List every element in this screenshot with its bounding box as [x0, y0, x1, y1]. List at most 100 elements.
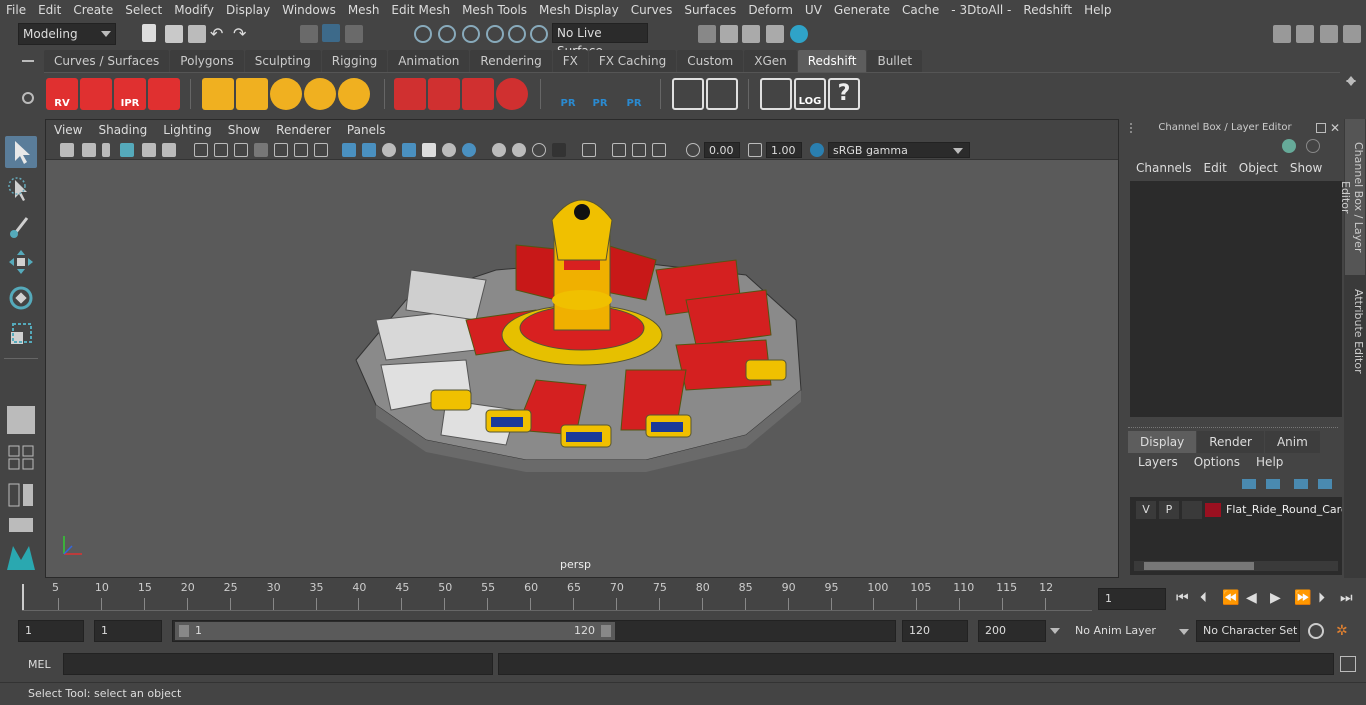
- layer-name[interactable]: Flat_Ride_Round_Carc: [1226, 501, 1342, 519]
- hypershade-icon[interactable]: [790, 25, 808, 43]
- shelf-tab-fx[interactable]: FX: [552, 50, 588, 72]
- color-space-dropdown[interactable]: sRGB gamma: [828, 142, 970, 158]
- field-chart-icon[interactable]: [582, 143, 596, 157]
- render-settings-icon[interactable]: [148, 78, 180, 110]
- viewport-scene[interactable]: persp: [46, 160, 1118, 577]
- snap-grid-icon[interactable]: [414, 25, 432, 43]
- current-time-marker[interactable]: [22, 584, 24, 610]
- undo-icon[interactable]: ↶: [210, 26, 228, 44]
- log-icon[interactable]: LOG: [794, 78, 826, 110]
- exposure-field[interactable]: 0.00: [704, 142, 740, 158]
- area-light-icon[interactable]: [304, 78, 336, 110]
- breakdown-icon[interactable]: [1306, 139, 1320, 153]
- viewport-menu-lighting[interactable]: Lighting: [155, 123, 220, 137]
- current-frame-field[interactable]: 1: [1098, 588, 1166, 610]
- channel-list[interactable]: [1130, 181, 1342, 417]
- menu-surfaces[interactable]: Surfaces: [678, 0, 742, 20]
- outliner-layout-icon[interactable]: [5, 482, 37, 510]
- pr-convert-icon[interactable]: PR: [618, 78, 650, 110]
- menu-mesh-tools[interactable]: Mesh Tools: [456, 0, 533, 20]
- material-ball-icon[interactable]: [496, 78, 528, 110]
- panel-grip-icon[interactable]: [1130, 123, 1136, 133]
- range-slider[interactable]: 1 120: [172, 620, 896, 642]
- menu-windows[interactable]: Windows: [276, 0, 342, 20]
- move-tool-icon[interactable]: [5, 246, 37, 278]
- step-forward-frame-icon[interactable]: ⏵: [1318, 590, 1325, 606]
- select-by-object-icon[interactable]: [322, 24, 340, 42]
- channel-box-toggle-icon[interactable]: [1320, 25, 1338, 43]
- character-set-dropdown[interactable]: No Character Set: [1196, 620, 1300, 642]
- resolution-gate-icon[interactable]: [612, 143, 626, 157]
- script-editor-icon[interactable]: [1340, 656, 1356, 672]
- bake-set-icon[interactable]: [706, 78, 738, 110]
- side-tab-channel-box[interactable]: Channel Box / Layer Editor: [1339, 119, 1365, 275]
- menu-mesh-display[interactable]: Mesh Display: [533, 0, 625, 20]
- isolate-select-icon[interactable]: [342, 143, 356, 157]
- rotate-tool-icon[interactable]: [5, 282, 37, 314]
- pr-export-icon[interactable]: PR: [552, 78, 584, 110]
- smooth-shade-icon[interactable]: [214, 143, 228, 157]
- channel-box-menu-show[interactable]: Show: [1284, 161, 1328, 175]
- menu-uv[interactable]: UV: [799, 0, 828, 20]
- viewport-menu-panels[interactable]: Panels: [339, 123, 394, 137]
- character-controls-icon[interactable]: [1296, 25, 1314, 43]
- gamma-icon[interactable]: [748, 143, 762, 157]
- anti-aliasing-icon[interactable]: [462, 143, 476, 157]
- menu-3dtoall[interactable]: - 3DtoAll -: [945, 0, 1017, 20]
- step-back-key-icon[interactable]: ⏪: [1222, 590, 1239, 606]
- menu-help[interactable]: Help: [1078, 0, 1117, 20]
- play-forward-icon[interactable]: ▶: [1270, 590, 1281, 606]
- menu-redshift[interactable]: Redshift: [1017, 0, 1078, 20]
- snap-point-icon[interactable]: [462, 25, 480, 43]
- image-plane-icon[interactable]: [120, 143, 134, 157]
- exposure-icon[interactable]: [686, 143, 700, 157]
- snap-view-plane-icon[interactable]: [486, 25, 504, 43]
- layer-tab-render[interactable]: Render: [1197, 431, 1264, 453]
- command-input[interactable]: [63, 653, 493, 675]
- menu-edit-mesh[interactable]: Edit Mesh: [385, 0, 456, 20]
- animation-start-field[interactable]: 1: [18, 620, 84, 642]
- chevron-down-icon[interactable]: [1050, 628, 1060, 634]
- menu-create[interactable]: Create: [67, 0, 119, 20]
- gamma-field[interactable]: 1.00: [766, 142, 802, 158]
- camera-attributes-icon[interactable]: [82, 143, 96, 157]
- rv-icon[interactable]: RV: [46, 78, 78, 110]
- wireframe-icon[interactable]: [194, 143, 208, 157]
- dome-light-icon[interactable]: [338, 78, 370, 110]
- help-icon[interactable]: ?: [828, 78, 860, 110]
- hair-icon[interactable]: [428, 78, 460, 110]
- layer-type-toggle[interactable]: [1182, 501, 1202, 519]
- render-history-icon[interactable]: [698, 25, 716, 43]
- gate-mask-icon[interactable]: [632, 143, 646, 157]
- float-panel-icon[interactable]: [1316, 123, 1326, 133]
- panel-splitter[interactable]: [1128, 427, 1338, 430]
- range-slider-bar[interactable]: 1 120: [175, 622, 615, 640]
- shelf-tab-redshift[interactable]: Redshift: [797, 50, 867, 72]
- move-layer-up-icon[interactable]: [1242, 479, 1256, 489]
- menu-display[interactable]: Display: [220, 0, 276, 20]
- make-live-icon[interactable]: [530, 25, 548, 43]
- auto-key-icon[interactable]: [1308, 623, 1324, 639]
- snap-surface-icon[interactable]: [508, 25, 526, 43]
- shelf-tab-fx-caching[interactable]: FX Caching: [588, 50, 677, 72]
- range-end-handle[interactable]: [601, 625, 611, 637]
- scale-tool-icon[interactable]: [5, 318, 37, 350]
- render-frame-icon[interactable]: [720, 25, 738, 43]
- color-management-icon[interactable]: [810, 143, 824, 157]
- shelf-tab-rendering[interactable]: Rendering: [470, 50, 552, 72]
- go-to-start-icon[interactable]: ⏮: [1176, 590, 1189, 606]
- command-language-label[interactable]: MEL: [28, 658, 51, 671]
- side-tab-attribute-editor[interactable]: Attribute Editor: [1345, 281, 1365, 381]
- step-back-frame-icon[interactable]: ⏴: [1200, 590, 1207, 606]
- film-gate-icon[interactable]: [162, 143, 176, 157]
- lasso-tool-icon[interactable]: [5, 174, 37, 206]
- ipr-icon[interactable]: IPR: [114, 78, 146, 110]
- pr-import-icon[interactable]: PR: [584, 78, 616, 110]
- menu-generate[interactable]: Generate: [828, 0, 896, 20]
- snap-curve-icon[interactable]: [438, 25, 456, 43]
- modeling-toolkit-icon[interactable]: [1273, 25, 1291, 43]
- volume-icon[interactable]: [394, 78, 426, 110]
- mode-dropdown[interactable]: Modeling: [18, 23, 116, 45]
- shelf-settings-icon[interactable]: [22, 92, 34, 104]
- menu-modify[interactable]: Modify: [168, 0, 220, 20]
